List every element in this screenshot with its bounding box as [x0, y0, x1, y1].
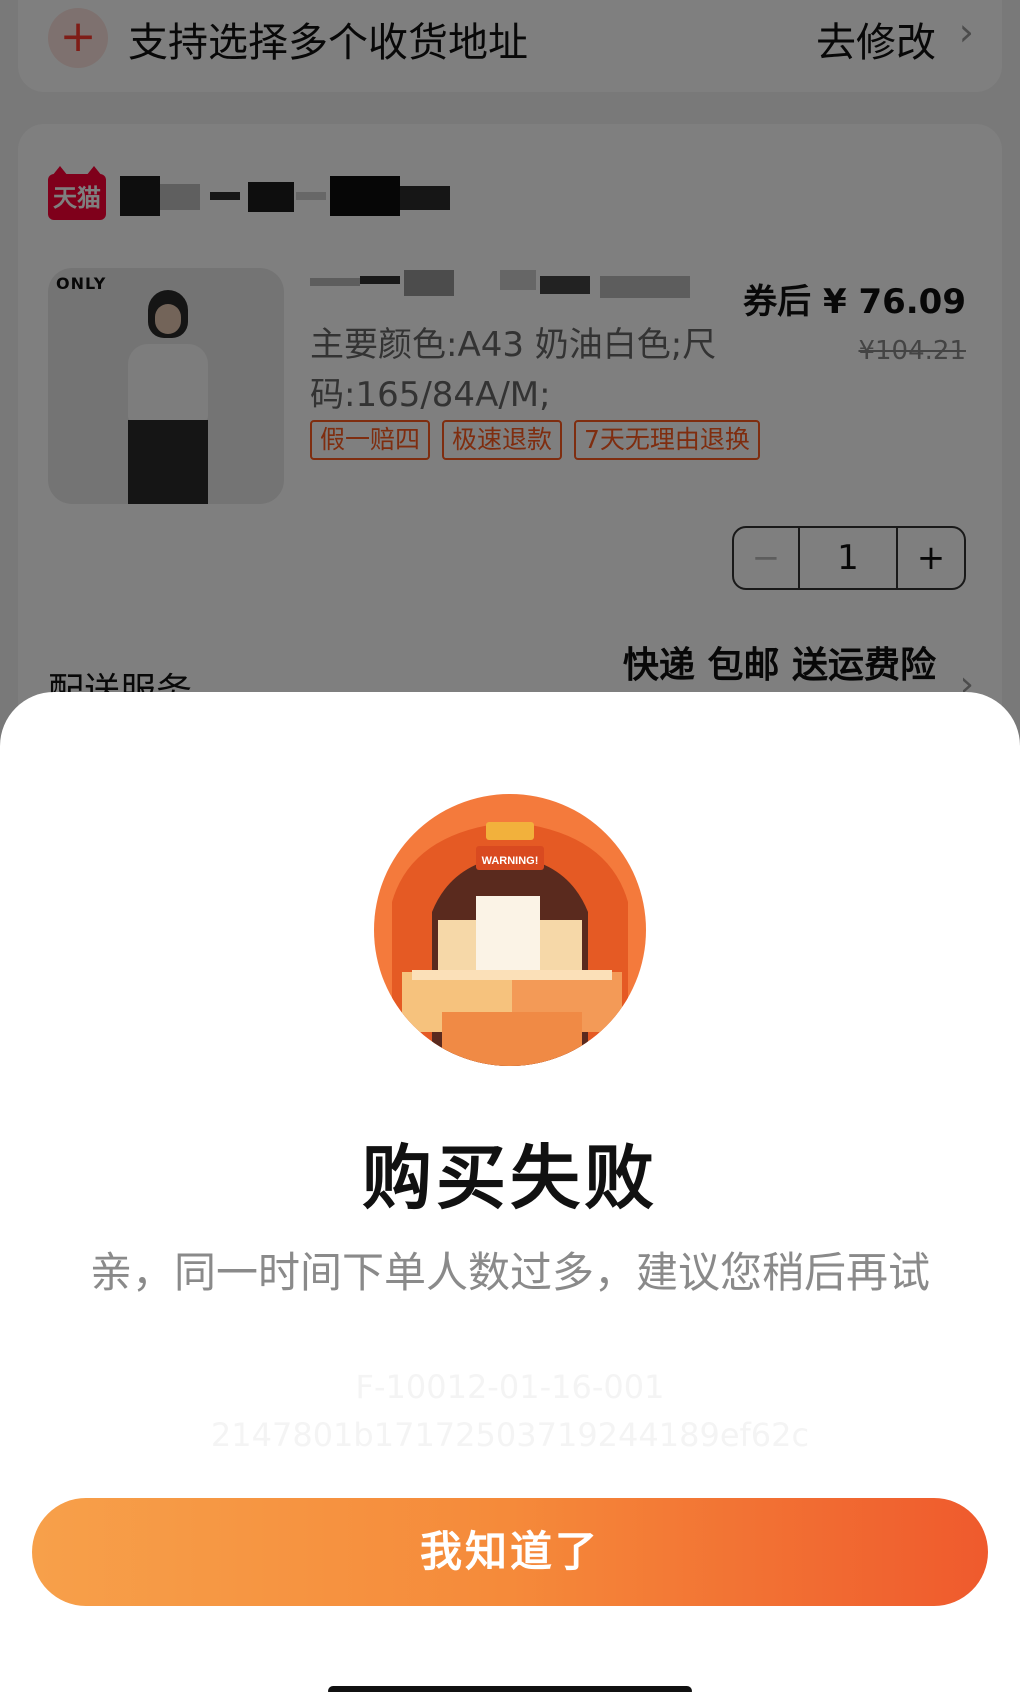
- warning-label: WARNING!: [482, 855, 539, 867]
- home-indicator[interactable]: [328, 1686, 692, 1692]
- got-it-button[interactable]: 我知道了: [32, 1498, 988, 1606]
- dialog-title: 购买失败: [362, 1137, 658, 1219]
- trace-id: 2147801b17172503719244189ef62c: [210, 1416, 810, 1454]
- error-code: F-10012-01-16-001: [355, 1368, 665, 1406]
- dialog-message: 亲，同一时间下单人数过多，建议您稍后再试: [89, 1248, 930, 1297]
- purchase-failed-sheet: WARNING! 购买失败 亲，同一时间下单人数过多，建议您稍后再试 F-100…: [0, 692, 1020, 1692]
- warning-boxes-illustration: WARNING!: [374, 794, 646, 1066]
